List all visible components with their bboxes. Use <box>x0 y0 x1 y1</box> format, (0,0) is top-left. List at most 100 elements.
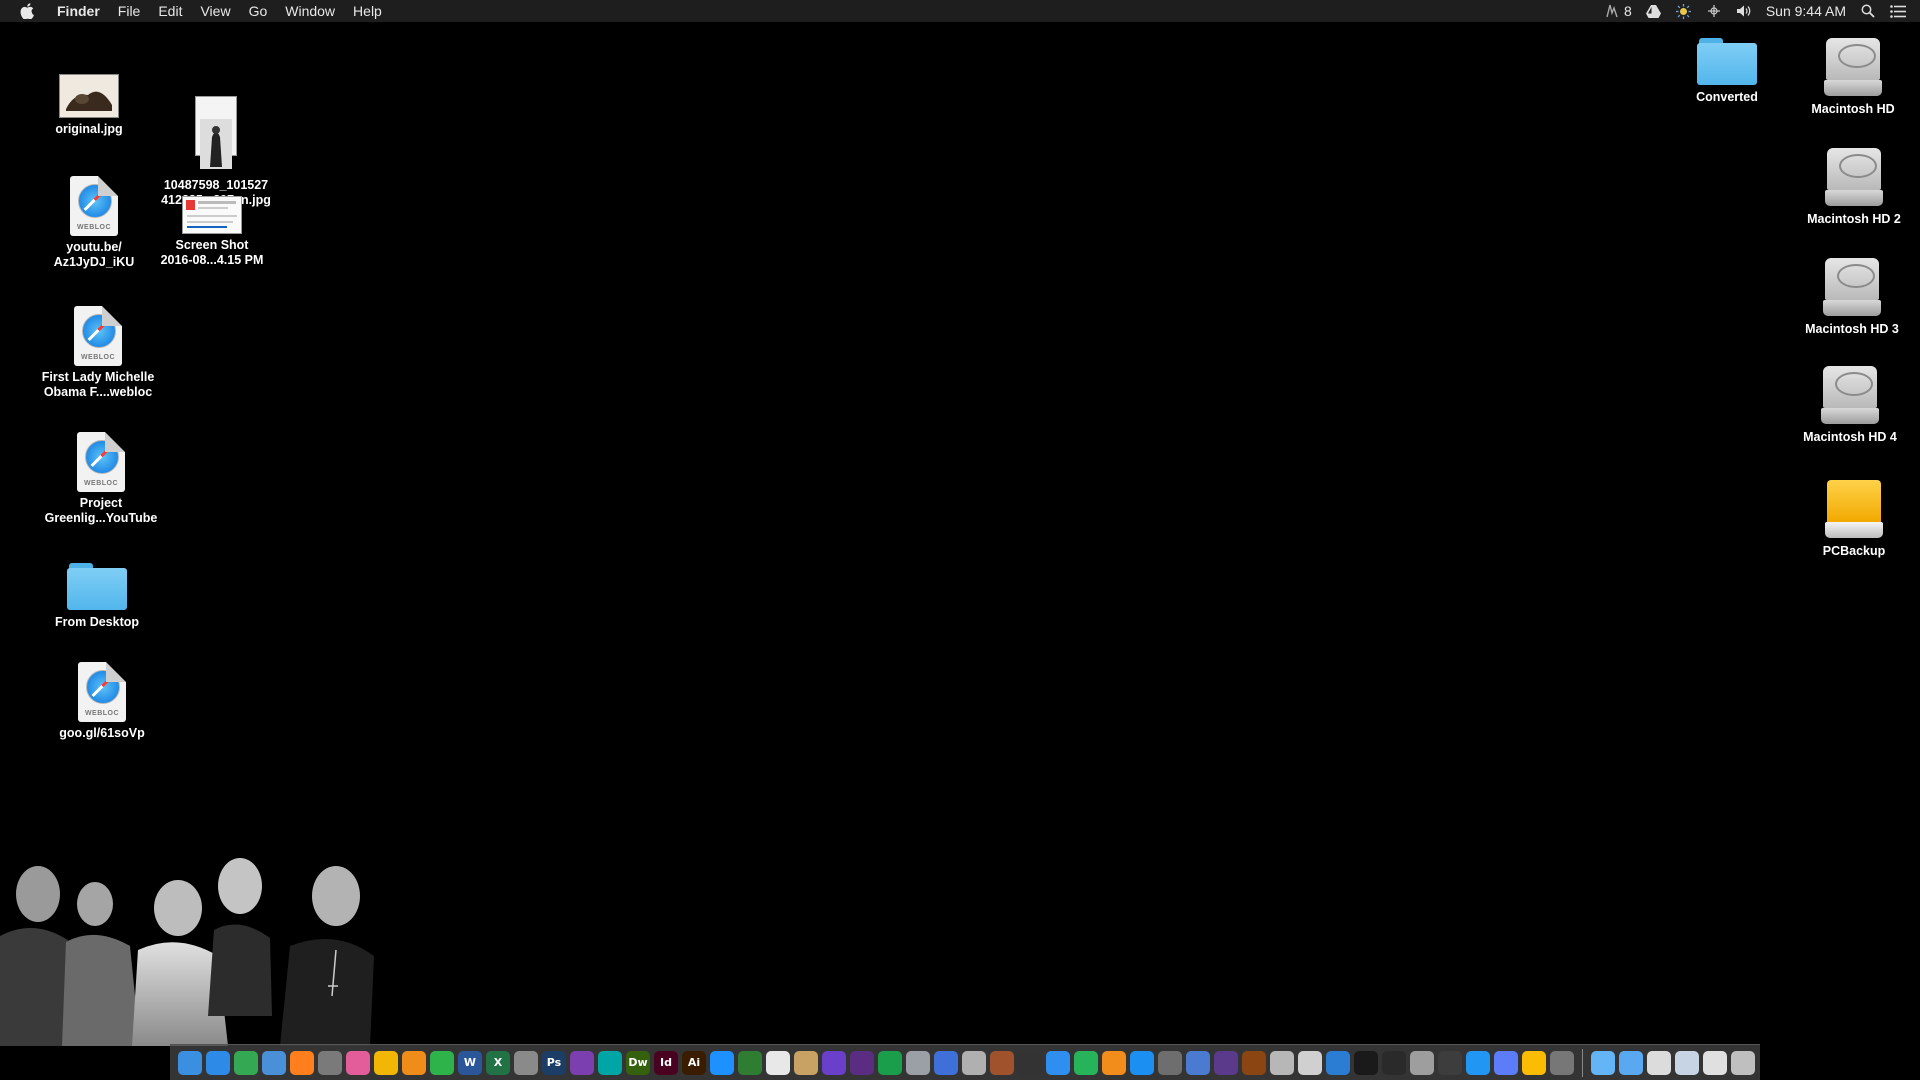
drive-label: PCBackup <box>1822 544 1886 558</box>
downloads-stack-icon[interactable] <box>1647 1050 1671 1075</box>
network-icon[interactable] <box>1494 1050 1518 1075</box>
spotlight-search-icon[interactable] <box>1860 3 1876 19</box>
migration-icon[interactable] <box>1186 1050 1210 1075</box>
brightness-icon[interactable] <box>1676 3 1692 19</box>
status-monitor[interactable]: 8 <box>1604 3 1632 19</box>
desktop-file-original-jpg[interactable]: original.jpg <box>29 74 149 137</box>
cloud-drive-icon[interactable] <box>1466 1050 1490 1075</box>
dreamweaver-icon[interactable]: Dw <box>626 1050 650 1075</box>
image-thumbnail-icon <box>195 96 237 169</box>
volume-icon[interactable] <box>1736 3 1752 19</box>
hd-app-icon[interactable] <box>850 1050 874 1075</box>
webloc-document-icon: WEBLOC <box>70 176 118 236</box>
notes-icon[interactable] <box>794 1050 818 1075</box>
notification-center-icon[interactable] <box>1890 3 1906 19</box>
files-stack-icon[interactable] <box>1703 1050 1727 1075</box>
photoshop-icon[interactable]: Ps <box>542 1050 566 1075</box>
applications-stack-icon[interactable] <box>1591 1050 1615 1075</box>
app-store-icon[interactable] <box>1130 1050 1154 1075</box>
desktop-webloc-youtu-be[interactable]: WEBLOC youtu.be/ Az1JyDJ_iKU <box>34 176 154 270</box>
go-menu[interactable]: Go <box>240 0 277 22</box>
telescope-icon[interactable] <box>906 1050 930 1075</box>
webloc-document-icon: WEBLOC <box>74 306 122 366</box>
puzzle-icon[interactable] <box>738 1050 762 1075</box>
activity-monitor-icon[interactable] <box>1354 1050 1378 1075</box>
gaming-icon[interactable] <box>1242 1050 1266 1075</box>
webloc-document-icon: WEBLOC <box>78 662 126 722</box>
webloc-tag: WEBLOC <box>80 354 116 361</box>
screens-stack-icon[interactable] <box>1675 1050 1699 1075</box>
help-menu[interactable]: Help <box>344 0 391 22</box>
file-menu[interactable]: File <box>109 0 150 22</box>
photos-icon[interactable] <box>374 1050 398 1075</box>
facetime-icon[interactable] <box>1074 1050 1098 1075</box>
view-menu[interactable]: View <box>191 0 239 22</box>
word-icon[interactable]: W <box>458 1050 482 1075</box>
desktop-drive-macintosh-hd-2[interactable]: Macintosh HD 2 <box>1794 148 1914 227</box>
keynote-icon[interactable] <box>710 1050 734 1075</box>
drive-label: Macintosh HD 2 <box>1807 212 1901 226</box>
file-label: original.jpg <box>55 122 123 136</box>
messages-icon[interactable] <box>1046 1050 1070 1075</box>
itunes-icon[interactable] <box>346 1050 370 1075</box>
file-label: goo.gl/61soVp <box>59 726 145 740</box>
ibooks-icon[interactable] <box>1102 1050 1126 1075</box>
desktop-webloc-project-greenlight[interactable]: WEBLOC Project Greenlig...YouTube <box>41 432 161 526</box>
refresh-icon[interactable] <box>1326 1050 1350 1075</box>
pages-icon[interactable] <box>402 1050 426 1075</box>
indesign-icon[interactable]: Id <box>654 1050 678 1075</box>
chat-icon[interactable] <box>934 1050 958 1075</box>
archive-icon[interactable] <box>1410 1050 1434 1075</box>
script-icon[interactable] <box>962 1050 986 1075</box>
edit-menu[interactable]: Edit <box>149 0 191 22</box>
desktop-folder-converted[interactable]: Converted <box>1667 38 1787 105</box>
apple-menu-icon[interactable] <box>16 0 38 22</box>
affinity-icon[interactable] <box>570 1050 594 1075</box>
safari-icon[interactable] <box>206 1050 230 1075</box>
maps-icon[interactable] <box>598 1050 622 1075</box>
hard-drive-icon <box>1825 148 1883 208</box>
desktop-file-screen-shot[interactable]: Screen Shot 2016-08...4.15 PM <box>152 196 272 268</box>
file-label: Screen Shot 2016-08...4.15 PM <box>160 238 264 267</box>
file-label: youtu.be/ Az1JyDJ_iKU <box>53 240 135 269</box>
drive-app-icon[interactable] <box>1522 1050 1546 1075</box>
imovie-icon[interactable] <box>822 1050 846 1075</box>
console-icon[interactable] <box>1382 1050 1406 1075</box>
numbers-icon[interactable] <box>430 1050 454 1075</box>
documents-stack-icon[interactable] <box>1619 1050 1643 1075</box>
window-menu[interactable]: Window <box>276 0 344 22</box>
money-icon[interactable] <box>878 1050 902 1075</box>
app-name-menu[interactable]: Finder <box>48 0 109 22</box>
remote-icon[interactable] <box>1214 1050 1238 1075</box>
illustrator-icon[interactable]: Ai <box>682 1050 706 1075</box>
system-prefs-icon[interactable] <box>1158 1050 1182 1075</box>
tools-icon[interactable] <box>990 1050 1014 1075</box>
desktop-webloc-goo-gl[interactable]: WEBLOC goo.gl/61soVp <box>42 662 162 741</box>
network-status-icon[interactable] <box>1706 3 1722 19</box>
drive-label: Macintosh HD <box>1811 102 1895 116</box>
menubar-clock[interactable]: Sun 9:44 AM <box>1766 3 1846 19</box>
desktop-webloc-first-lady[interactable]: WEBLOC First Lady Michelle Obama F....we… <box>38 306 158 400</box>
installer-icon[interactable] <box>1270 1050 1294 1075</box>
webloc-tag: WEBLOC <box>83 480 119 487</box>
chrome-icon[interactable] <box>234 1050 258 1075</box>
guitar-icon[interactable] <box>1018 1050 1042 1075</box>
preview-icon[interactable] <box>514 1050 538 1075</box>
finder-icon[interactable] <box>178 1050 202 1075</box>
launchpad-icon[interactable] <box>318 1050 342 1075</box>
clock-icon[interactable] <box>1438 1050 1462 1075</box>
desktop-drive-macintosh-hd-3[interactable]: Macintosh HD 3 <box>1792 258 1912 337</box>
desktop-drive-macintosh-hd-4[interactable]: Macintosh HD 4 <box>1790 366 1910 445</box>
dvd-player-icon[interactable] <box>1298 1050 1322 1075</box>
drive-label: Macintosh HD 4 <box>1803 430 1897 444</box>
google-drive-icon[interactable] <box>1646 3 1662 19</box>
trash-icon[interactable] <box>1731 1050 1755 1075</box>
utility-icon[interactable] <box>1550 1050 1574 1075</box>
textedit-icon[interactable] <box>766 1050 790 1075</box>
excel-icon[interactable]: X <box>486 1050 510 1075</box>
desktop-drive-pcbackup[interactable]: PCBackup <box>1794 480 1914 559</box>
firefox-icon[interactable] <box>290 1050 314 1075</box>
desktop-folder-from-desktop[interactable]: From Desktop <box>37 563 157 630</box>
mail-icon[interactable] <box>262 1050 286 1075</box>
desktop-drive-macintosh-hd[interactable]: Macintosh HD <box>1793 38 1913 117</box>
